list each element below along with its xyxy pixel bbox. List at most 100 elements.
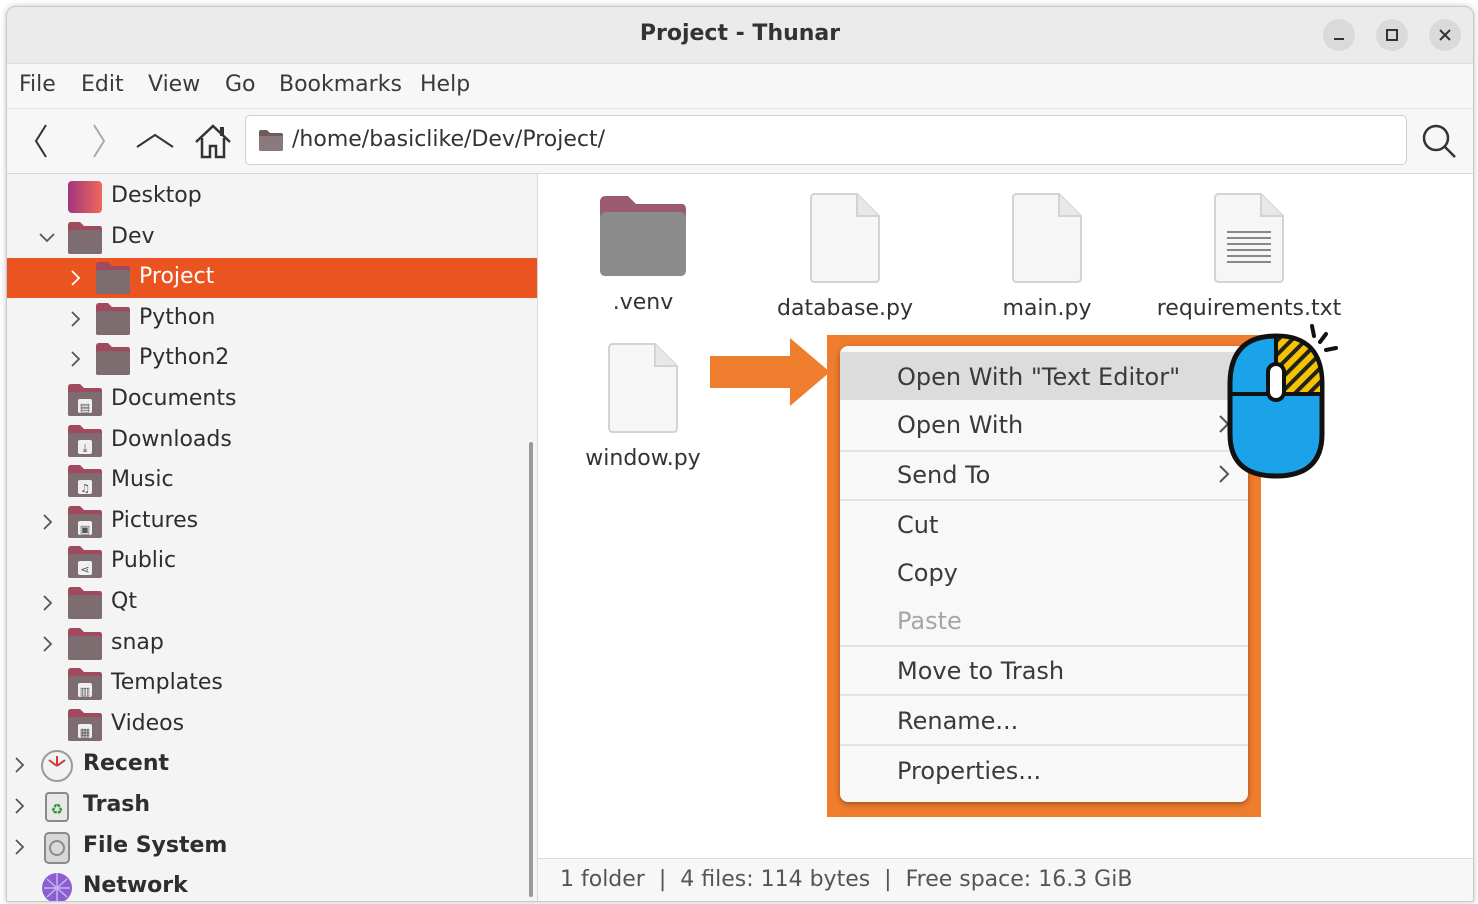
file-item-database[interactable]: database.py — [745, 192, 945, 321]
chevron-right-icon[interactable] — [9, 753, 29, 777]
parent-folder-button[interactable] — [133, 119, 177, 163]
chevron-right-icon[interactable] — [65, 347, 85, 371]
sidebar-item-qt[interactable]: Qt — [7, 583, 537, 623]
forward-button[interactable] — [77, 119, 121, 163]
menu-properties[interactable]: Properties... — [840, 746, 1248, 794]
menu-bookmarks[interactable]: Bookmarks — [279, 72, 402, 97]
svg-text:▥: ▥ — [80, 685, 90, 698]
menu-file[interactable]: File — [19, 72, 56, 97]
maximize-button[interactable] — [1376, 19, 1408, 51]
sidebar-item-label: File System — [83, 832, 228, 858]
menu-paste[interactable]: Paste — [840, 596, 1248, 644]
home-button[interactable] — [191, 119, 235, 163]
music-folder-icon: ♫ — [68, 465, 102, 498]
public-folder-icon: ⋖ — [68, 546, 102, 579]
window-title: Project - Thunar — [639, 21, 841, 46]
menu-cut[interactable]: Cut — [840, 500, 1248, 548]
sidebar-item-label: Downloads — [111, 426, 232, 452]
folder-icon — [96, 302, 130, 335]
sidebar-item-label: Music — [111, 467, 174, 493]
search-icon — [1422, 124, 1456, 158]
sidebar-item-desktop[interactable]: Desktop — [7, 177, 537, 217]
sidebar-item-videos[interactable]: ▦ Videos — [7, 705, 537, 745]
search-button[interactable] — [1417, 119, 1461, 163]
sidebar-item-file-system[interactable]: File System — [7, 827, 537, 867]
sidebar-item-music[interactable]: ♫ Music — [7, 461, 537, 501]
file-item-venv[interactable]: .venv — [543, 192, 743, 315]
menu-copy[interactable]: Copy — [840, 548, 1248, 596]
context-menu: Open With "Text Editor" Open With Send T… — [840, 346, 1248, 802]
menu-item-label: Cut — [897, 511, 939, 539]
mouse-right-click-icon — [1227, 324, 1338, 479]
sidebar-item-label: snap — [111, 629, 164, 655]
minimize-button[interactable] — [1323, 19, 1355, 51]
menu-edit[interactable]: Edit — [81, 72, 124, 97]
chevron-right-icon[interactable] — [9, 835, 29, 859]
chevron-right-icon[interactable] — [37, 591, 57, 615]
sidebar-item-label: Public — [111, 548, 177, 574]
folder-icon — [68, 221, 102, 254]
sidebar-item-python[interactable]: Python — [7, 299, 537, 339]
chevron-right-icon[interactable] — [9, 794, 29, 818]
back-button[interactable] — [19, 119, 63, 163]
menu-move-to-trash[interactable]: Move to Trash — [840, 646, 1248, 694]
menu-bar: File Edit View Go Bookmarks Help — [7, 64, 1473, 109]
menu-item-label: Copy — [897, 559, 958, 587]
network-icon — [42, 873, 72, 901]
sidebar-item-network[interactable]: Network — [7, 867, 537, 901]
minimize-icon — [1334, 38, 1344, 40]
file-name: requirements.txt — [1156, 296, 1342, 321]
menu-view[interactable]: View — [148, 72, 200, 97]
recent-icon — [41, 750, 73, 783]
file-name: main.py — [1002, 296, 1092, 321]
svg-text:♻: ♻ — [51, 802, 64, 818]
svg-text:▤: ▤ — [80, 401, 90, 414]
sidebar-item-documents[interactable]: ▤ Documents — [7, 380, 537, 420]
location-bar[interactable]: /home/basiclike/Dev/Project/ — [245, 115, 1407, 165]
chevron-right-icon[interactable] — [37, 510, 57, 534]
sidebar-item-python2[interactable]: Python2 — [7, 339, 537, 379]
menu-help[interactable]: Help — [420, 72, 470, 97]
chevron-right-icon[interactable] — [65, 266, 85, 290]
chevron-right-icon[interactable] — [37, 632, 57, 656]
svg-text:⋖: ⋖ — [80, 563, 89, 576]
sidebar-item-snap[interactable]: snap — [7, 624, 537, 664]
chevron-down-icon[interactable] — [37, 226, 57, 250]
sidebar-item-label: Network — [83, 873, 188, 899]
file-name: .venv — [612, 290, 674, 315]
menu-item-label: Open With "Text Editor" — [897, 363, 1181, 391]
menu-go[interactable]: Go — [225, 72, 256, 97]
sidebar-item-public[interactable]: ⋖ Public — [7, 542, 537, 582]
chevron-right-icon[interactable] — [65, 307, 85, 331]
drive-icon — [44, 831, 70, 864]
maximize-icon — [1386, 29, 1398, 41]
status-bar: 1 folder | 4 files: 114 bytes | Free spa… — [538, 858, 1473, 901]
sidebar-item-label: Templates — [111, 670, 223, 696]
menu-open-with-text-editor[interactable]: Open With "Text Editor" — [840, 352, 1248, 400]
sidebar-item-project[interactable]: Project — [7, 258, 537, 299]
file-item-requirements[interactable]: requirements.txt — [1149, 192, 1349, 321]
sidebar-item-recent[interactable]: Recent — [7, 745, 537, 785]
trash-icon: ♻ — [45, 792, 69, 822]
sidebar-item-label: Project — [139, 264, 215, 290]
file-item-main[interactable]: main.py — [947, 192, 1147, 321]
sidebar-item-downloads[interactable]: ⤓ Downloads — [7, 421, 537, 461]
sidebar-item-label: Recent — [83, 751, 170, 777]
sidebar-item-dev[interactable]: Dev — [7, 218, 537, 258]
sidebar-item-label: Pictures — [111, 507, 199, 533]
sidebar-item-label: Desktop — [111, 183, 202, 208]
templates-folder-icon: ▥ — [68, 668, 102, 701]
sidebar-item-trash[interactable]: ♻ Trash — [7, 786, 537, 826]
sidebar-item-templates[interactable]: ▥ Templates — [7, 664, 537, 704]
close-button[interactable] — [1429, 19, 1461, 51]
menu-send-to[interactable]: Send To — [840, 450, 1248, 498]
text-file-icon — [1214, 193, 1284, 283]
status-text: 1 folder | 4 files: 114 bytes | Free spa… — [560, 867, 1133, 892]
sidebar-scrollbar[interactable] — [529, 442, 533, 897]
menu-open-with[interactable]: Open With — [840, 400, 1248, 448]
folder-icon — [96, 343, 130, 376]
menu-rename[interactable]: Rename... — [840, 696, 1248, 744]
up-icon — [136, 133, 174, 148]
sidebar-item-label: Trash — [83, 792, 151, 817]
sidebar-item-pictures[interactable]: ▣ Pictures — [7, 502, 537, 542]
